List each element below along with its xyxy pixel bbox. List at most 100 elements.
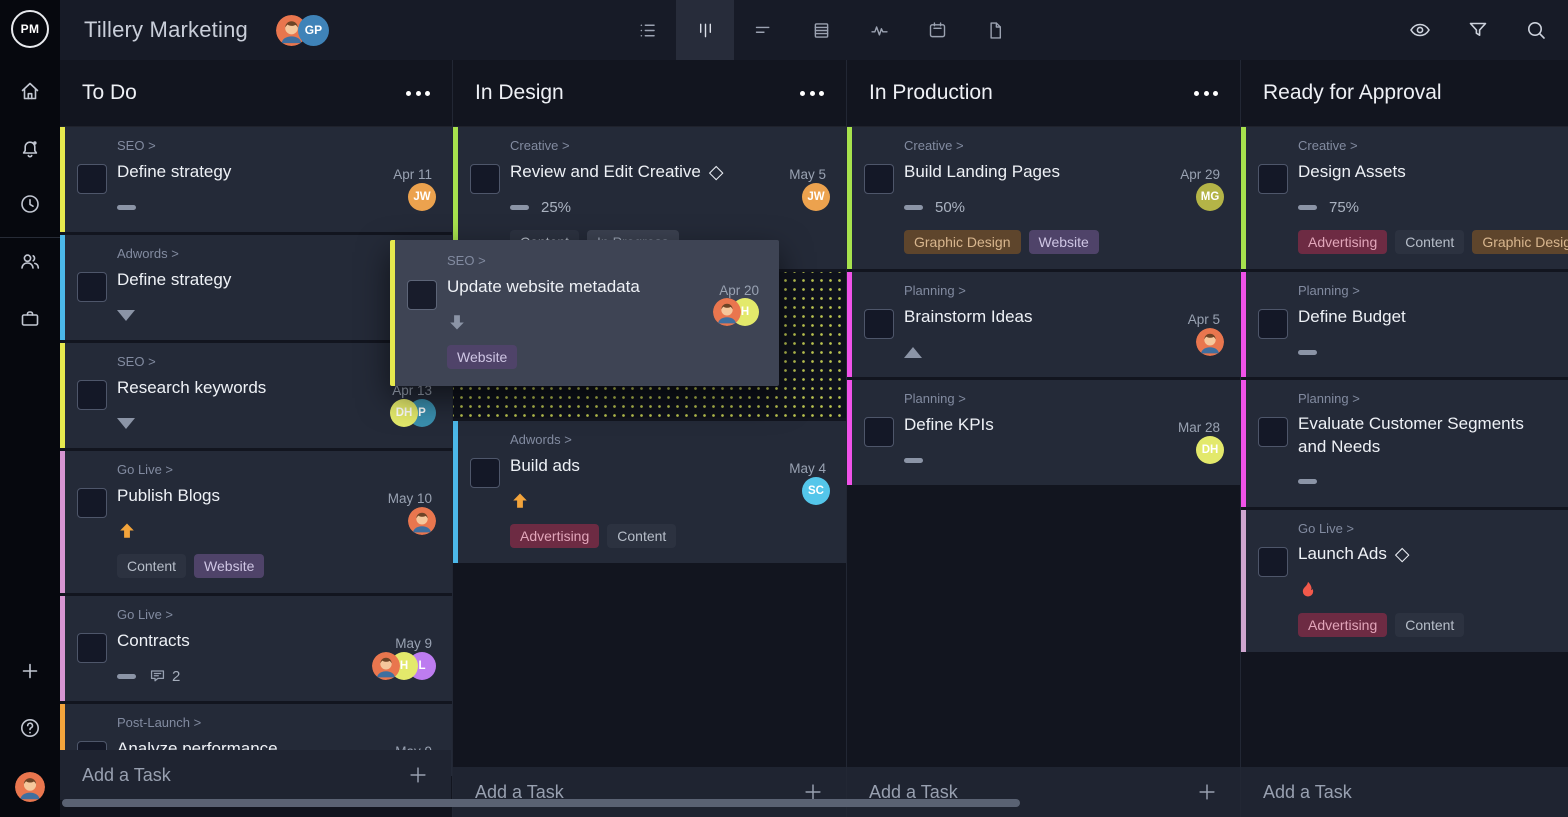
task-due-date: Apr 11 — [393, 167, 432, 182]
home-icon[interactable] — [18, 79, 42, 103]
task-project-link[interactable]: Planning > — [1298, 391, 1524, 406]
task-tag: Advertising — [1298, 230, 1387, 254]
recent-icon[interactable] — [18, 192, 42, 216]
task-project-link[interactable]: SEO > — [117, 354, 342, 369]
priority-icon-medium — [904, 347, 922, 358]
task-checkbox[interactable] — [77, 633, 107, 663]
task-card[interactable]: Go Live >Publish BlogsMay 10ContentWebsi… — [60, 451, 452, 593]
task-checkbox[interactable] — [470, 458, 500, 488]
task-due-date: Apr 29 — [1180, 167, 1220, 182]
task-project-link[interactable]: Planning > — [904, 283, 1130, 298]
task-project-link[interactable]: Adwords > — [117, 246, 342, 261]
task-checkbox[interactable] — [1258, 547, 1288, 577]
dragged-task-card[interactable]: SEO >Update website metadataApr 20Websit… — [390, 240, 779, 386]
task-tag: Website — [447, 345, 517, 369]
help-icon[interactable] — [18, 716, 42, 740]
task-project-link[interactable]: Go Live > — [117, 607, 342, 622]
task-title: Review and Edit Creative — [510, 161, 701, 184]
task-card[interactable]: Go Live >ContractsMay 92HL — [60, 596, 452, 701]
filter-icon[interactable] — [1466, 18, 1490, 42]
tab-sheet-view[interactable] — [792, 0, 850, 60]
horizontal-scrollbar[interactable] — [62, 799, 1020, 807]
task-due-date: May 9 — [395, 636, 432, 651]
user-avatar[interactable] — [15, 772, 45, 802]
task-title: Evaluate Customer Segments and Needs — [1298, 413, 1524, 459]
portfolio-icon[interactable] — [18, 307, 42, 331]
task-title: Define strategy — [117, 269, 231, 292]
column-menu-button[interactable] — [800, 85, 824, 102]
task-project-link[interactable]: Creative > — [904, 138, 1130, 153]
task-project-link[interactable]: Go Live > — [117, 462, 342, 477]
task-card[interactable]: Creative >Build Landing PagesApr 2950%Gr… — [847, 127, 1240, 269]
board-column: In DesignCreative >Review and Edit Creat… — [453, 60, 847, 817]
initials-avatar: DH — [390, 399, 418, 427]
task-checkbox[interactable] — [864, 164, 894, 194]
priority-icon-normal — [1298, 205, 1317, 210]
task-title: Define KPIs — [904, 414, 994, 437]
comment-icon — [148, 667, 167, 686]
app-logo-text: PM — [21, 22, 40, 36]
tab-activity-view[interactable] — [850, 0, 908, 60]
task-card[interactable]: SEO >Define strategyApr 11JW — [60, 127, 452, 232]
priority-icon-normal — [117, 674, 136, 679]
tab-calendar-view[interactable] — [908, 0, 966, 60]
tab-board-view[interactable] — [676, 0, 734, 60]
task-card[interactable]: Planning >Define Budget — [1241, 272, 1568, 377]
task-checkbox[interactable] — [1258, 164, 1288, 194]
gantt-view-icon — [753, 20, 774, 41]
list-view-icon — [637, 20, 658, 41]
column-menu-button[interactable] — [1194, 85, 1218, 102]
notifications-icon[interactable] — [18, 137, 42, 161]
add-task-button[interactable]: Add a Task — [1241, 767, 1568, 817]
eye-icon[interactable] — [1408, 18, 1432, 42]
kanban-board: To DoSEO >Define strategyApr 11JWAdwords… — [60, 60, 1568, 817]
task-due-date: Apr 5 — [1188, 312, 1220, 327]
task-project-link[interactable]: Creative > — [510, 138, 736, 153]
assignee-avatars — [408, 507, 436, 535]
task-progress: 75% — [1329, 199, 1359, 216]
task-checkbox[interactable] — [77, 488, 107, 518]
task-checkbox[interactable] — [77, 380, 107, 410]
add-icon[interactable] — [18, 659, 42, 683]
member-avatar-initials[interactable]: GP — [298, 15, 329, 46]
task-project-link[interactable]: SEO > — [447, 253, 669, 268]
task-checkbox[interactable] — [864, 417, 894, 447]
column-menu-button[interactable] — [406, 85, 430, 102]
task-project-link[interactable]: Planning > — [904, 391, 1130, 406]
task-project-link[interactable]: Go Live > — [1298, 521, 1524, 536]
task-card[interactable]: Go Live >Launch Ads◇AdvertisingContent — [1241, 510, 1568, 652]
task-project-link[interactable]: Adwords > — [510, 432, 736, 447]
assignee-avatars: MG — [1196, 183, 1224, 211]
task-checkbox[interactable] — [407, 280, 437, 310]
task-card[interactable]: Planning >Brainstorm IdeasApr 5 — [847, 272, 1240, 377]
task-project-link[interactable]: Post-Launch > — [117, 715, 342, 730]
task-card[interactable]: Planning > Evaluate Customer Segments and… — [1241, 380, 1568, 507]
app-logo[interactable]: PM — [11, 10, 49, 48]
task-title: Research keywords — [117, 377, 266, 400]
task-project-link[interactable]: SEO > — [117, 138, 342, 153]
task-title: Contracts — [117, 630, 190, 653]
task-due-date: Mar 28 — [1178, 420, 1220, 435]
add-task-button[interactable]: Add a Task — [847, 767, 1240, 817]
task-card[interactable]: Adwords >Build adsMay 4AdvertisingConten… — [453, 421, 846, 563]
task-card[interactable]: Planning >Define KPIsMar 28DH — [847, 380, 1240, 485]
board-column: In ProductionCreative >Build Landing Pag… — [847, 60, 1241, 817]
task-checkbox[interactable] — [470, 164, 500, 194]
tab-list-view[interactable] — [618, 0, 676, 60]
search-icon[interactable] — [1524, 18, 1548, 42]
tab-document-view[interactable] — [966, 0, 1024, 60]
add-task-button[interactable]: Add a Task — [453, 767, 846, 817]
task-project-link[interactable]: Planning > — [1298, 283, 1524, 298]
app-window: PM Tillery Marketing GP To DoSEO >Define… — [0, 0, 1568, 817]
task-checkbox[interactable] — [1258, 417, 1288, 447]
priority-icon-low — [117, 310, 135, 321]
task-card[interactable]: Creative >Design Assets75%AdvertisingCon… — [1241, 127, 1568, 269]
task-project-link[interactable]: Creative > — [1298, 138, 1524, 153]
task-checkbox[interactable] — [1258, 309, 1288, 339]
task-checkbox[interactable] — [864, 309, 894, 339]
task-checkbox[interactable] — [77, 164, 107, 194]
add-task-button[interactable]: Add a Task — [60, 750, 451, 800]
team-icon[interactable] — [18, 249, 42, 273]
tab-gantt-view[interactable] — [734, 0, 792, 60]
task-checkbox[interactable] — [77, 272, 107, 302]
